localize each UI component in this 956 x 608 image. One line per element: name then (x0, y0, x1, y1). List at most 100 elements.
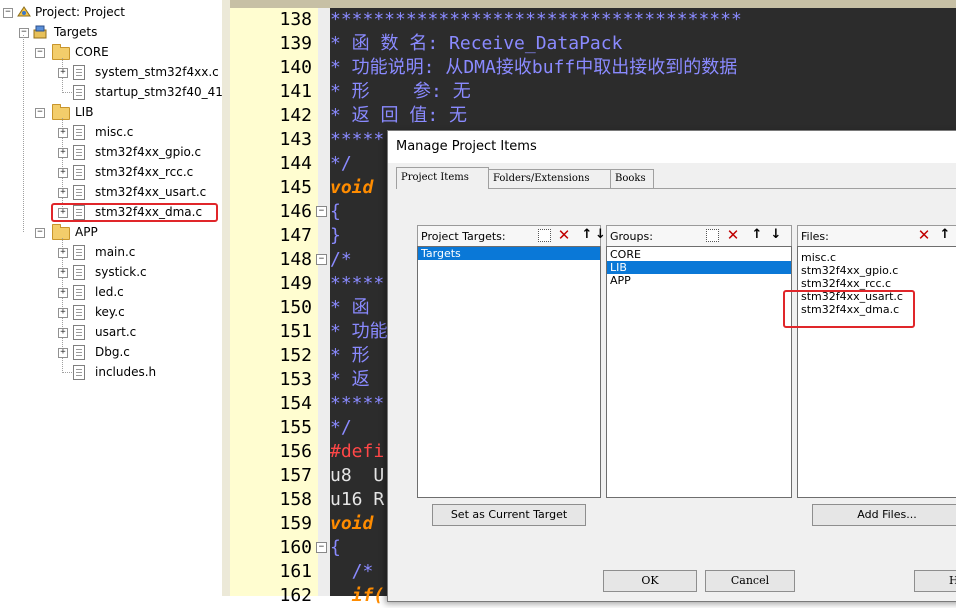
tree-file-label: system_stm32f4xx.c (95, 65, 219, 79)
fold-margin (318, 8, 330, 596)
list-item[interactable]: stm32f4xx_gpio.c (798, 264, 956, 277)
move-up-icon[interactable]: ↑ (937, 227, 953, 243)
code-line[interactable]: */ (330, 416, 352, 440)
code-line[interactable]: * 函 数 名: Receive_DataPack (330, 32, 622, 56)
code-line[interactable]: u8 U (330, 464, 384, 488)
fold-toggle-icon[interactable]: − (316, 206, 327, 217)
code-line[interactable]: if( (330, 584, 385, 608)
code-line[interactable]: ************************************** (330, 8, 742, 32)
code-line[interactable]: u16 R (330, 488, 384, 512)
expand-icon[interactable]: + (58, 128, 68, 138)
tree-file-label: main.c (95, 245, 136, 259)
collapse-icon[interactable]: − (35, 228, 45, 238)
project-tree[interactable]: − Project: Project − Targets − CORE + sy… (0, 0, 244, 596)
code-line[interactable]: /* (330, 560, 374, 584)
code-line[interactable]: ***** (330, 392, 384, 416)
expand-icon[interactable]: + (58, 288, 68, 298)
tree-root-label: Project: Project (35, 5, 125, 19)
tab-books[interactable]: Books (610, 169, 654, 188)
set-as-current-target-button[interactable]: Set as Current Target (432, 504, 586, 526)
editor-tab-strip (230, 0, 956, 8)
add-files-button[interactable]: Add Files... (812, 504, 956, 526)
tree-file-label: misc.c (95, 125, 134, 139)
code-line[interactable]: * 函 (330, 296, 370, 320)
expand-icon[interactable]: + (58, 268, 68, 278)
files-panel: Files: ✕ ↑ misc.c stm32f4xx_gpio.c stm32… (797, 225, 956, 498)
line-number: 146 (279, 201, 312, 222)
code-line[interactable]: /* (330, 248, 352, 272)
folder-icon (52, 224, 70, 240)
line-number: 157 (279, 465, 312, 486)
code-line[interactable]: * 形 (330, 344, 370, 368)
code-line[interactable]: ***** (330, 128, 384, 152)
list-item[interactable]: misc.c (798, 251, 956, 264)
expand-icon[interactable]: + (58, 188, 68, 198)
code-line[interactable]: * 形 参: 无 (330, 80, 471, 104)
list-item[interactable]: LIB (607, 261, 791, 274)
ok-button[interactable]: OK (603, 570, 697, 592)
line-number: 154 (279, 393, 312, 414)
file-icon (73, 305, 85, 320)
file-icon (73, 85, 85, 100)
expand-icon[interactable]: + (58, 68, 68, 78)
line-number: 152 (279, 345, 312, 366)
new-target-icon[interactable] (538, 229, 551, 242)
new-group-icon[interactable] (706, 229, 719, 242)
expand-icon[interactable]: + (58, 328, 68, 338)
targets-list[interactable]: Targets (417, 246, 601, 498)
code-line[interactable]: void (330, 176, 373, 200)
code-line[interactable]: #defi (330, 440, 384, 464)
collapse-icon[interactable]: − (35, 48, 45, 58)
list-item[interactable]: stm32f4xx_rcc.c (798, 277, 956, 290)
tree-guide (23, 35, 24, 232)
code-line[interactable]: * 返 回 值: 无 (330, 104, 467, 128)
move-up-icon[interactable]: ↑ (579, 227, 595, 243)
expand-icon[interactable]: + (58, 348, 68, 358)
delete-file-icon[interactable]: ✕ (916, 227, 932, 243)
delete-target-icon[interactable]: ✕ (556, 227, 572, 243)
expand-icon[interactable]: + (58, 148, 68, 158)
tree-file-label: stm32f4xx_gpio.c (95, 145, 202, 159)
files-list[interactable]: misc.c stm32f4xx_gpio.c stm32f4xx_rcc.c … (797, 246, 956, 498)
line-number: 161 (279, 561, 312, 582)
move-down-icon[interactable]: ↓ (595, 227, 606, 243)
dialog-title: Manage Project Items (396, 139, 537, 154)
move-down-icon[interactable]: ↓ (768, 227, 784, 243)
expand-icon[interactable]: + (58, 168, 68, 178)
delete-group-icon[interactable]: ✕ (725, 227, 741, 243)
tab-folders-extensions[interactable]: Folders/Extensions (488, 169, 611, 188)
file-icon (73, 285, 85, 300)
line-number: 147 (279, 225, 312, 246)
line-number: 143 (279, 129, 312, 150)
code-line[interactable]: */ (330, 152, 352, 176)
line-number: 144 (279, 153, 312, 174)
move-up-icon[interactable]: ↑ (749, 227, 765, 243)
code-line[interactable]: { (330, 200, 341, 224)
line-number: 149 (279, 273, 312, 294)
code-line[interactable]: { (330, 536, 341, 560)
code-line[interactable]: * 返 (330, 368, 370, 392)
collapse-icon[interactable]: − (35, 108, 45, 118)
tab-project-items[interactable]: Project Items (396, 167, 489, 189)
code-line[interactable]: } (330, 224, 341, 248)
collapse-icon[interactable]: − (19, 28, 29, 38)
list-item[interactable]: CORE (607, 248, 791, 261)
code-line[interactable]: ***** (330, 272, 384, 296)
tree-group-label: LIB (75, 105, 94, 119)
code-line[interactable]: * 功能说明: 从DMA接收buff中取出接收到的数据 (330, 56, 737, 80)
groups-list[interactable]: CORE LIB APP (606, 246, 792, 498)
list-item[interactable]: APP (607, 274, 791, 287)
cancel-button[interactable]: Cancel (705, 570, 795, 592)
code-line[interactable]: * 功能 (330, 320, 388, 344)
fold-toggle-icon[interactable]: − (316, 254, 327, 265)
list-item[interactable]: Targets (418, 247, 600, 260)
highlight-box (51, 203, 218, 222)
expand-icon[interactable]: + (58, 308, 68, 318)
collapse-icon[interactable]: − (3, 8, 13, 18)
expand-icon[interactable]: + (58, 248, 68, 258)
fold-toggle-icon[interactable]: − (316, 542, 327, 553)
help-button[interactable]: He (914, 570, 956, 592)
file-icon (73, 65, 85, 80)
code-line[interactable]: void (330, 512, 373, 536)
highlight-box (783, 290, 915, 328)
